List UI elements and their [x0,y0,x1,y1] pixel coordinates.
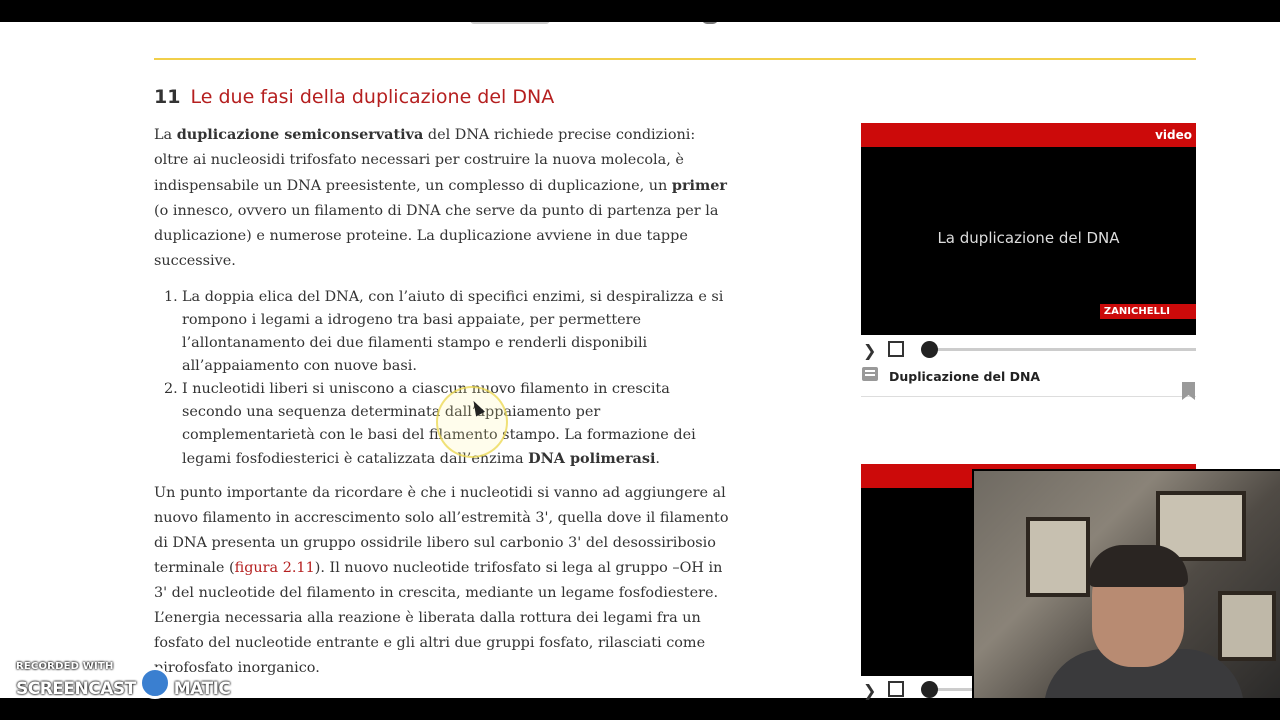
figure-link[interactable]: figura 2.11 [235,560,315,576]
list-item-text: La doppia elica del DNA, con l’aiuto di … [182,289,724,374]
list-item-number: 2. [164,381,178,397]
framed-certificate [1218,591,1276,661]
video-screen[interactable]: La duplicazione del DNA ZANICHELLI [861,147,1196,335]
webcam-overlay [972,469,1280,698]
intro-text: (o innesco, ovvero un filamento di DNA c… [154,203,719,269]
paragraph-2: Un punto importante da ricordare è che i… [154,481,734,681]
intro-paragraph: La duplicazione semiconservativa del DNA… [154,122,734,274]
stop-icon[interactable] [888,681,904,697]
video-controls: ❯ [861,335,1196,363]
intro-text: La [154,127,177,143]
section-heading: 11 Le due fasi della duplicazione del DN… [154,86,554,108]
progress-knob[interactable] [921,681,938,698]
paragraph-text: ). Il nuovo nucleotide trifosfato si leg… [154,560,723,676]
watermark-brand: SCREENCAST MATIC [16,667,231,701]
cutoff-text-fragment [470,22,550,24]
video-caption-icon [862,367,878,381]
play-icon[interactable]: ❯ [863,341,876,360]
screencast-watermark: RECORDED WITH SCREENCAST MATIC [16,661,231,699]
video-caption-label: Duplicazione del DNA [889,369,1041,384]
screencast-logo-icon [138,667,171,699]
watermark-left-text: SCREENCAST [16,679,136,699]
play-icon[interactable]: ❯ [863,681,876,700]
stop-icon[interactable] [888,341,904,357]
framed-certificate [1026,517,1090,597]
section-number: 11 [154,86,181,108]
list-item: 1. La doppia elica del DNA, con l’aiuto … [164,286,724,378]
intro-bold-term: duplicazione semiconservativa [176,126,424,143]
section-divider [154,58,1196,60]
cutoff-text-fragment [702,22,718,24]
list-item-text: . [655,451,660,467]
publisher-badge: ZANICHELLI [1099,304,1196,319]
section-title: Le due fasi della duplicazione del DNA [190,86,555,108]
cursor-highlight [436,386,508,458]
video-caption[interactable]: Duplicazione del DNA [861,363,1196,397]
video-player-1: video La duplicazione del DNA ZANICHELLI… [861,123,1196,397]
video-header: video [861,123,1196,147]
video-screen-title: La duplicazione del DNA [937,229,1120,247]
presenter-hair [1088,545,1188,587]
intro-bold-term: primer [671,177,727,194]
progress-track[interactable] [931,348,1196,351]
watermark-top-text: RECORDED WITH [16,661,114,672]
watermark-right-text: MATIC [173,679,231,699]
progress-knob[interactable] [921,341,938,358]
list-item-bold-term: DNA polimerasi [528,450,656,467]
list-item-number: 1. [164,289,178,305]
